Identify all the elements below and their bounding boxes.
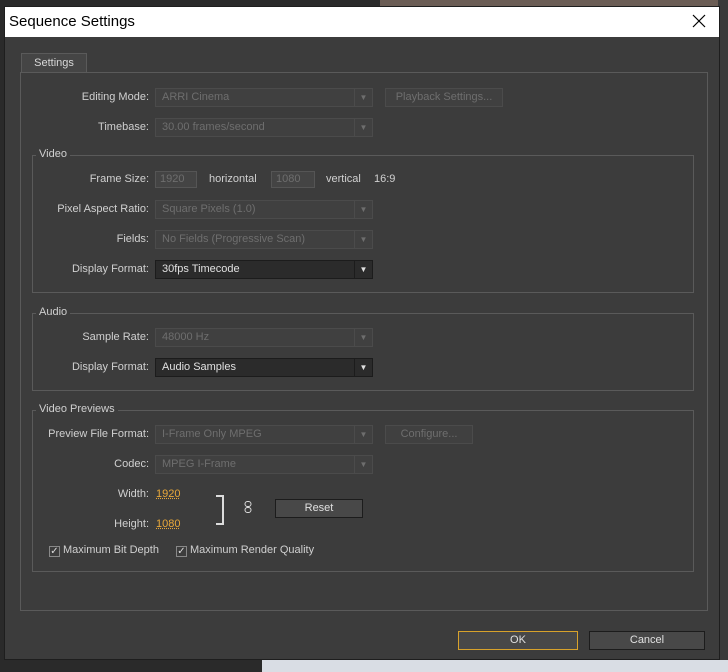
timebase-label: Timebase: <box>98 121 149 133</box>
reset-button[interactable]: Reset <box>275 499 363 518</box>
editing-mode-dropdown[interactable]: ARRI Cinema ▼ <box>155 88 373 107</box>
audio-group: Audio Sample Rate: 48000 Hz ▼ Display Fo… <box>32 306 694 391</box>
preview-file-format-dropdown[interactable]: I-Frame Only MPEG ▼ <box>155 425 373 444</box>
height-value[interactable]: 1080 <box>156 518 180 530</box>
chevron-down-icon: ▼ <box>354 201 372 218</box>
width-value[interactable]: 1920 <box>156 488 180 500</box>
preview-file-format-value: I-Frame Only MPEG <box>162 428 262 440</box>
ok-button[interactable]: OK <box>458 631 578 650</box>
preview-file-format-label: Preview File Format: <box>48 428 149 440</box>
timebase-dropdown[interactable]: 30.00 frames/second ▼ <box>155 118 373 137</box>
sample-rate-dropdown[interactable]: 48000 Hz ▼ <box>155 328 373 347</box>
chevron-down-icon: ▼ <box>354 426 372 443</box>
sample-rate-value: 48000 Hz <box>162 331 210 343</box>
fields-label: Fields: <box>116 233 149 245</box>
video-previews-group: Video Previews Preview File Format: I-Fr… <box>32 403 694 572</box>
horizontal-label: horizontal <box>209 173 257 185</box>
background-app-bottom <box>262 660 728 672</box>
codec-label: Codec: <box>114 458 149 470</box>
codec-dropdown[interactable]: MPEG I-Frame ▼ <box>155 455 373 474</box>
editing-mode-label: Editing Mode: <box>81 91 149 103</box>
chevron-down-icon: ▼ <box>354 456 372 473</box>
height-label: Height: <box>114 518 149 530</box>
fields-dropdown[interactable]: No Fields (Progressive Scan) ▼ <box>155 230 373 249</box>
video-previews-group-title: Video Previews <box>36 403 118 415</box>
video-display-format-label: Display Format: <box>71 263 149 275</box>
audio-display-format-label: Display Format: <box>71 361 149 373</box>
tab-settings[interactable]: Settings <box>21 53 87 72</box>
vertical-label: vertical <box>326 173 361 185</box>
settings-panel: Editing Mode: ARRI Cinema ▼ Playback Set… <box>20 72 708 611</box>
audio-display-format-dropdown[interactable]: Audio Samples ▼ <box>155 358 373 377</box>
width-label: Width: <box>117 488 149 500</box>
dimension-link-bracket <box>216 495 224 525</box>
playback-settings-button[interactable]: Playback Settings... <box>385 88 503 107</box>
chevron-down-icon: ▼ <box>354 359 372 376</box>
video-group: Video Frame Size: 1920 horizontal 1080 v… <box>32 148 694 293</box>
pixel-aspect-ratio-label: Pixel Aspect Ratio: <box>57 203 149 215</box>
dialog-title: Sequence Settings <box>9 13 135 30</box>
chevron-down-icon: ▼ <box>354 261 372 278</box>
max-bit-depth-checkbox[interactable]: ✓ <box>49 546 60 557</box>
max-bit-depth-label: Maximum Bit Depth <box>63 544 159 556</box>
chain-link-icon[interactable] <box>244 501 252 513</box>
pixel-aspect-ratio-dropdown[interactable]: Square Pixels (1.0) ▼ <box>155 200 373 219</box>
pixel-aspect-ratio-value: Square Pixels (1.0) <box>162 203 256 215</box>
max-render-quality-label: Maximum Render Quality <box>190 544 315 556</box>
frame-size-label: Frame Size: <box>89 173 149 185</box>
cancel-button[interactable]: Cancel <box>589 631 705 650</box>
frame-width-input[interactable]: 1920 <box>155 171 197 188</box>
chevron-down-icon: ▼ <box>354 231 372 248</box>
video-display-format-value: 30fps Timecode <box>162 263 240 275</box>
configure-button[interactable]: Configure... <box>385 425 473 444</box>
chevron-down-icon: ▼ <box>354 89 372 106</box>
audio-group-title: Audio <box>36 306 71 318</box>
video-display-format-dropdown[interactable]: 30fps Timecode ▼ <box>155 260 373 279</box>
chevron-down-icon: ▼ <box>354 119 372 136</box>
audio-display-format-value: Audio Samples <box>162 361 236 373</box>
aspect-ratio-value: 16:9 <box>374 173 396 185</box>
timebase-value: 30.00 frames/second <box>162 121 265 133</box>
sample-rate-label: Sample Rate: <box>82 331 149 343</box>
frame-height-input[interactable]: 1080 <box>271 171 315 188</box>
title-bar: Sequence Settings <box>5 7 719 37</box>
max-render-quality-checkbox[interactable]: ✓ <box>176 546 187 557</box>
sequence-settings-dialog: Sequence Settings Settings Editing Mode:… <box>4 6 720 660</box>
editing-mode-value: ARRI Cinema <box>162 91 230 103</box>
close-icon[interactable] <box>689 10 709 32</box>
codec-value: MPEG I-Frame <box>162 458 236 470</box>
fields-value: No Fields (Progressive Scan) <box>162 233 306 245</box>
video-group-title: Video <box>36 148 70 160</box>
chevron-down-icon: ▼ <box>354 329 372 346</box>
